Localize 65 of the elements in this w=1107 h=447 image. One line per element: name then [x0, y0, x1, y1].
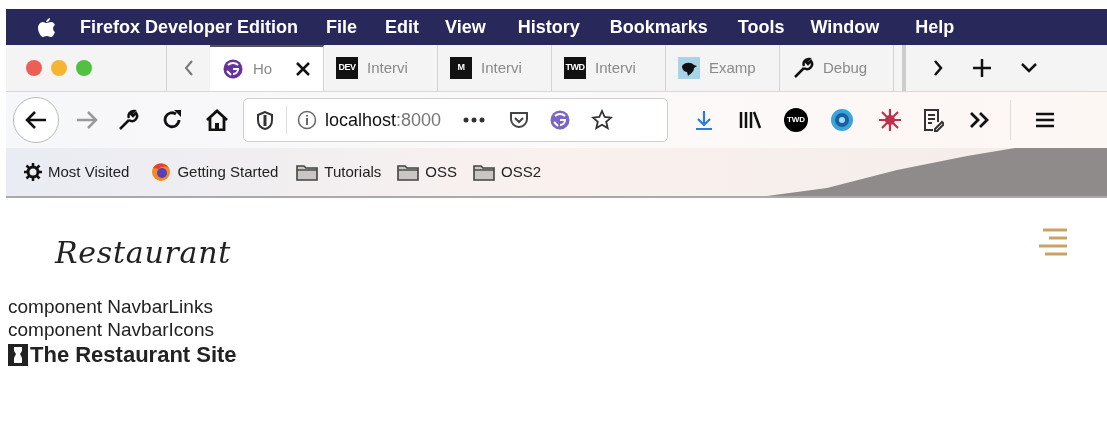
- extension-badge[interactable]: TWD: [784, 108, 808, 132]
- folder-icon: [473, 163, 495, 181]
- menu-item[interactable]: Edit: [385, 13, 420, 41]
- tab-label: Intervi: [367, 57, 408, 78]
- download-icon[interactable]: [694, 109, 714, 131]
- scroll-right-icon[interactable]: [932, 59, 944, 77]
- star-icon[interactable]: [591, 109, 614, 131]
- wrench-icon[interactable]: [117, 109, 139, 131]
- forward-icon[interactable]: [75, 110, 99, 130]
- reload-icon[interactable]: [161, 109, 183, 131]
- bookmark-item[interactable]: OSS2: [473, 160, 542, 184]
- url-text: localhost:8000: [325, 108, 442, 132]
- tab-label: Examp: [709, 57, 756, 78]
- app-name[interactable]: Firefox Developer Edition: [80, 13, 299, 41]
- overflow-icon[interactable]: [968, 111, 990, 129]
- menu-item[interactable]: File: [326, 13, 358, 41]
- bookmark-item[interactable]: OSS: [397, 160, 457, 184]
- tab-label: Debug: [823, 57, 868, 78]
- tab-label: Intervi: [595, 57, 636, 78]
- plus-icon[interactable]: [972, 58, 992, 78]
- site-logo[interactable]: Restaurant: [55, 230, 232, 275]
- bird-icon: [678, 57, 700, 79]
- folder-icon: [397, 163, 420, 181]
- page-heading: The Restaurant Site: [30, 343, 237, 366]
- tab-label: Ho: [253, 58, 273, 79]
- browser-tab[interactable]: Ho: [210, 45, 324, 91]
- menu-item[interactable]: Tools: [737, 13, 785, 41]
- close-icon[interactable]: [295, 61, 311, 77]
- menu-item[interactable]: View: [445, 13, 486, 41]
- tab-favicon: TWD: [564, 57, 586, 79]
- firefox-icon: [151, 162, 172, 182]
- gatsby-icon[interactable]: [549, 109, 572, 131]
- library-icon[interactable]: [738, 110, 762, 130]
- menu-item[interactable]: History: [517, 13, 580, 41]
- pocket-icon[interactable]: [509, 110, 530, 130]
- info-icon[interactable]: [297, 110, 317, 130]
- wrench-icon: [792, 57, 814, 79]
- shield-icon[interactable]: [256, 110, 274, 130]
- address-field[interactable]: localhost:8000: [243, 98, 668, 142]
- notes-icon[interactable]: [922, 108, 944, 132]
- bookmark-item[interactable]: Most Visited: [24, 160, 130, 184]
- page-text: component NavbarIcons: [8, 318, 214, 341]
- tab-favicon: M: [450, 57, 472, 79]
- virus-icon[interactable]: [878, 108, 902, 132]
- back-arrow-icon: [24, 110, 48, 130]
- more-icon[interactable]: [463, 117, 486, 123]
- chevron-down-icon[interactable]: [1020, 62, 1038, 74]
- gear-icon: [24, 163, 42, 181]
- home-icon[interactable]: [205, 109, 229, 131]
- page-text: component NavbarLinks: [8, 295, 213, 318]
- gatsby-icon: [222, 58, 244, 80]
- menu-item[interactable]: Bookmarks: [609, 13, 708, 41]
- close-window-icon[interactable]: [26, 60, 42, 76]
- folder-icon: [296, 163, 319, 181]
- menu-icon[interactable]: [1035, 112, 1055, 128]
- tab-label: Intervi: [481, 57, 522, 78]
- globe-icon[interactable]: [830, 108, 854, 132]
- menu-item[interactable]: Help: [915, 13, 955, 41]
- bookmark-item[interactable]: Tutorials: [296, 160, 382, 184]
- tab-favicon: DEV: [336, 57, 358, 79]
- apple-icon: [37, 16, 55, 38]
- back-button[interactable]: [13, 97, 59, 143]
- menu-item[interactable]: Window: [810, 13, 880, 41]
- scroll-left-icon[interactable]: [182, 59, 195, 77]
- bookmark-item[interactable]: Getting Started: [151, 160, 279, 184]
